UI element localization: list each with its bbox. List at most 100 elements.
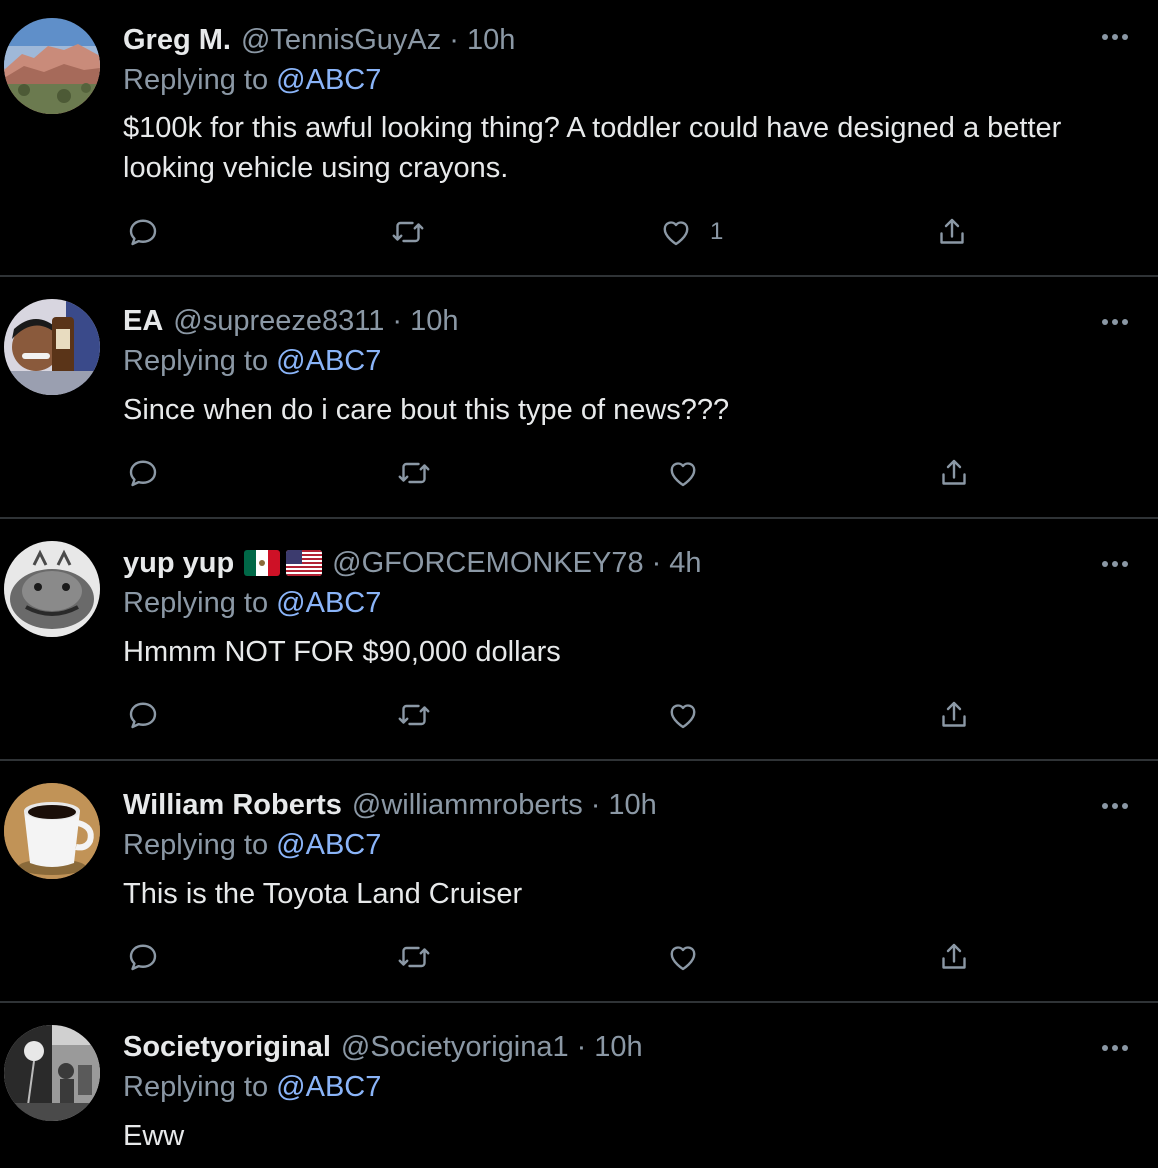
avatar[interactable] — [4, 1025, 100, 1121]
reply-tweet[interactable]: yup yup @GFORCEMONKEY78 · 4h Replying to… — [0, 519, 1158, 761]
person-with-bottle-avatar — [4, 299, 100, 395]
like-icon — [670, 704, 696, 729]
timestamp[interactable]: 4h — [669, 547, 701, 580]
separator: · — [651, 546, 662, 579]
display-name[interactable]: Societyoriginal — [123, 1031, 331, 1064]
share-icon — [942, 701, 966, 727]
usa-flag-icon — [286, 550, 323, 576]
avatar[interactable] — [4, 783, 100, 879]
reply-tweet[interactable]: William Roberts @williammroberts · 10h R… — [0, 761, 1158, 1003]
display-name[interactable]: EA — [123, 305, 163, 338]
timestamp[interactable]: 10h — [410, 305, 458, 338]
separator: · — [449, 23, 459, 56]
tweet-header: EA @supreeze8311 · 10h — [123, 301, 458, 341]
tweet-header: Greg M. @TennisGuyAz · 10h — [123, 20, 515, 60]
reply-button[interactable] — [125, 937, 161, 977]
replying-prefix: Replying to — [123, 345, 277, 377]
retweet-button[interactable] — [396, 695, 432, 735]
replying-to: Replying to @ABC7 — [123, 345, 381, 378]
like-button[interactable] — [665, 937, 701, 977]
reply-button[interactable] — [125, 453, 161, 493]
reply-icon — [129, 702, 157, 729]
reply-icon — [129, 944, 157, 971]
fish-avatar — [4, 541, 100, 637]
mention-link[interactable]: @ABC7 — [276, 829, 381, 861]
like-icon — [663, 221, 689, 246]
share-icon — [942, 943, 966, 969]
tweet-text: This is the Toyota Land Cruiser — [123, 878, 523, 910]
replying-prefix: Replying to — [123, 587, 277, 619]
avatar[interactable] — [4, 541, 100, 637]
reply-icon — [129, 460, 157, 487]
retweet-button[interactable] — [396, 937, 432, 977]
retweet-icon — [398, 946, 430, 968]
mention-link[interactable]: @ABC7 — [276, 64, 381, 96]
tweet-header: William Roberts @williammroberts · 10h — [123, 785, 657, 825]
display-name[interactable]: Greg M. — [123, 24, 231, 57]
avatar[interactable] — [4, 299, 100, 395]
retweet-icon — [392, 221, 424, 243]
like-count: 1 — [710, 218, 724, 245]
replying-prefix: Replying to — [123, 1071, 277, 1103]
replying-to: Replying to @ABC7 — [123, 64, 381, 97]
share-button[interactable] — [936, 453, 972, 493]
display-name[interactable]: William Roberts — [123, 789, 342, 822]
user-handle[interactable]: @GFORCEMONKEY78 — [332, 547, 643, 580]
reply-button[interactable] — [125, 695, 161, 735]
separator: · — [392, 304, 403, 337]
user-handle[interactable]: @williammroberts — [352, 789, 583, 822]
studio-photo-avatar — [4, 1025, 100, 1121]
like-icon — [670, 462, 696, 487]
reply-feed: Greg M. @TennisGuyAz · 10h Replying to @… — [0, 0, 1158, 1168]
share-button[interactable] — [936, 695, 972, 735]
tweet-header: Societyoriginal @Societyorigina1 · 10h — [123, 1027, 643, 1067]
user-handle[interactable]: @supreeze8311 — [173, 305, 384, 338]
user-handle[interactable]: @TennisGuyAz — [241, 24, 441, 57]
more-options-icon[interactable] — [1100, 30, 1130, 42]
retweet-icon — [398, 704, 430, 726]
reply-icon — [129, 219, 157, 246]
replying-prefix: Replying to — [123, 64, 277, 96]
display-name[interactable]: yup yup — [123, 547, 234, 580]
like-button[interactable] — [665, 695, 701, 735]
user-handle[interactable]: @Societyorigina1 — [341, 1031, 569, 1064]
replying-prefix: Replying to — [123, 829, 277, 861]
share-icon — [940, 218, 964, 244]
mention-link[interactable]: @ABC7 — [276, 587, 381, 619]
timestamp[interactable]: 10h — [608, 789, 656, 822]
reply-button[interactable] — [125, 212, 161, 252]
timestamp[interactable]: 10h — [467, 24, 515, 57]
reply-tweet[interactable]: Societyoriginal @Societyorigina1 · 10h R… — [0, 1003, 1158, 1168]
more-options-icon[interactable] — [1100, 557, 1130, 569]
separator: · — [590, 788, 601, 821]
coffee-cup-avatar — [4, 783, 100, 879]
timestamp[interactable]: 10h — [594, 1031, 642, 1064]
tweet-header: yup yup @GFORCEMONKEY78 · 4h — [123, 543, 702, 583]
like-button[interactable]: 1 — [658, 212, 723, 252]
replying-to: Replying to @ABC7 — [123, 587, 381, 620]
more-options-icon[interactable] — [1100, 1041, 1130, 1053]
desert-landscape-avatar — [4, 18, 100, 114]
retweet-button[interactable] — [390, 212, 426, 252]
mention-link[interactable]: @ABC7 — [276, 1071, 381, 1103]
reply-tweet[interactable]: EA @supreeze8311 · 10h Replying to @ABC7… — [0, 277, 1158, 519]
reply-tweet[interactable]: Greg M. @TennisGuyAz · 10h Replying to @… — [0, 0, 1158, 277]
retweet-button[interactable] — [396, 453, 432, 493]
like-button[interactable] — [665, 453, 701, 493]
more-options-icon[interactable] — [1100, 799, 1130, 811]
avatar[interactable] — [4, 18, 100, 114]
tweet-text: $100k for this awful looking thing? A to… — [123, 112, 1062, 184]
more-options-icon[interactable] — [1100, 315, 1130, 327]
mexico-flag-icon — [244, 550, 281, 576]
share-icon — [942, 459, 966, 485]
share-button[interactable] — [934, 212, 970, 252]
tweet-text: Hmmm NOT FOR $90,000 dollars — [123, 636, 561, 668]
mention-link[interactable]: @ABC7 — [276, 345, 381, 377]
replying-to: Replying to @ABC7 — [123, 829, 381, 862]
replying-to: Replying to @ABC7 — [123, 1071, 381, 1104]
share-button[interactable] — [936, 937, 972, 977]
retweet-icon — [398, 462, 430, 484]
separator: · — [576, 1030, 587, 1063]
like-icon — [670, 946, 696, 971]
tweet-text: Since when do i care bout this type of n… — [123, 394, 730, 426]
